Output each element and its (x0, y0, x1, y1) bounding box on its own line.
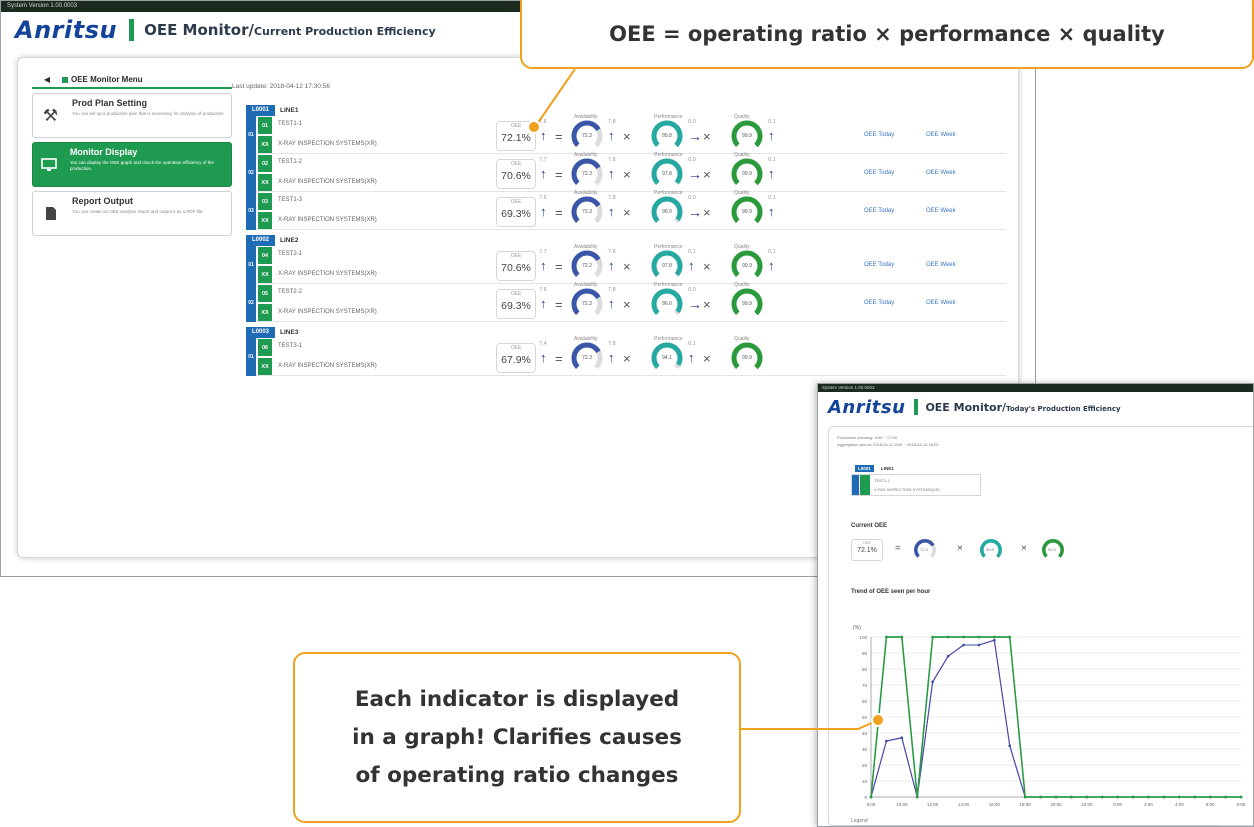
top-leader-line (534, 68, 576, 128)
graph-callout: Each indicator is displayed in a graph! … (293, 652, 741, 823)
top-callout-dot (527, 120, 541, 134)
callout-line-3: of operating ratio changes (355, 762, 679, 788)
graph-callout-text: Each indicator is displayed in a graph! … (352, 681, 682, 795)
bottom-callout-dot (871, 713, 885, 727)
callout-line-1: Each indicator is displayed (354, 686, 680, 712)
figure-canvas: System Version 1.00.0003 Anritsu OEE Mon… (0, 0, 1254, 827)
callout-line-2: in a graph! Clarifies causes (352, 724, 682, 750)
bottom-leader-line (741, 720, 877, 730)
